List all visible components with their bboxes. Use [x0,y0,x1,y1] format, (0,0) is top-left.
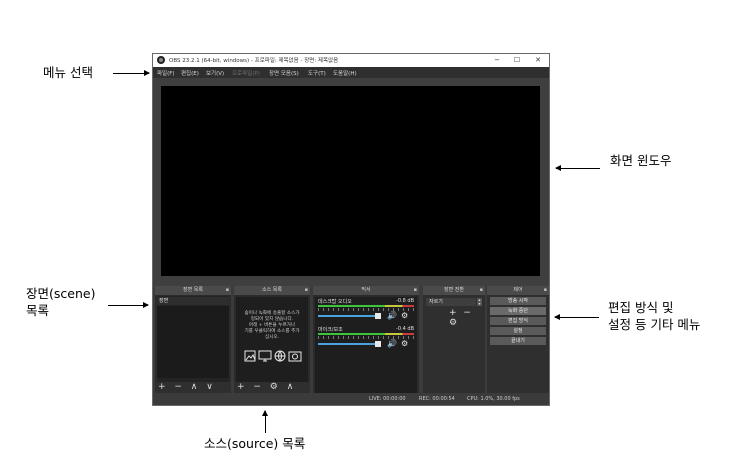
menu-profile[interactable]: 프로파일(P) [232,69,260,77]
sources-empty-message: 숨이나 녹화에 송출할 소스가 정되어 있지 않습니다. 아래 + 버튼을 누르… [236,311,308,341]
transitions-toolbar[interactable]: + − ⚙ [449,308,485,328]
scenes-toolbar[interactable]: + − ∧ ∨ [155,382,231,393]
stop-recording-button[interactable]: 녹화 중단 [490,307,546,315]
status-rec: REC: 00:00:54 [419,396,455,402]
close-button[interactable]: ✕ [530,55,546,66]
arrow-settings [554,314,599,320]
studio-mode-button[interactable]: 편집 방식 [490,317,546,325]
sources-dock-title: 소스 목록 [234,286,310,295]
menu-tools[interactable]: 도구(T) [308,69,326,77]
obs-window: OBS 23.2.1 (64-bit, windows) - 프로파일: 제목없… [152,53,550,406]
volume-meter [318,333,414,335]
settings-button[interactable]: 설정 [490,327,546,335]
image-icon [244,350,256,362]
meter-ticks [318,308,414,311]
arrow-source [262,410,268,433]
menu-bar: 파일(F) 편집(E) 보기(V) 프로파일(P) 장면 모음(S) 도구(T)… [153,67,549,78]
menu-help[interactable]: 도움말(H) [333,69,357,77]
annotation-window: 화면 윈도우 [610,153,672,168]
dock-float-icon[interactable]: ▪ [305,286,308,295]
display-icon [258,350,272,362]
transition-spinner[interactable]: ▴ ▾ [477,298,482,306]
gear-icon[interactable]: ⚙ [401,311,408,320]
controls-dock: 제어 ▪ 방송 시작 녹화 중단 편집 방식 설정 끝내기 [487,286,549,393]
volume-slider-handle[interactable] [375,341,381,347]
mixer-channel-name: 데스크탑 오디오 [318,299,352,305]
source-list[interactable]: 숨이나 녹화에 송출할 소스가 정되어 있지 않습니다. 아래 + 버튼을 누르… [236,297,308,393]
gear-icon[interactable]: ⚙ [401,339,408,348]
start-streaming-button[interactable]: 방송 시작 [490,297,546,305]
dock-float-icon[interactable]: ▪ [544,286,547,295]
mixer-dock: 믹서 ▪ 데스크탑 오디오 -0.8 dB 🔊 ⚙ 마이크/보조 -0.4 dB… [313,286,419,393]
status-cpu: CPU: 1.0%, 30.00 fps [467,396,520,402]
dock-float-icon[interactable]: ▪ [414,286,417,295]
transitions-dock-title: 장면 전환 [423,286,485,295]
maximize-button[interactable]: ☐ [509,55,525,66]
dock-float-icon[interactable]: ▪ [226,286,229,295]
menu-file[interactable]: 파일(F) [157,69,175,77]
title-bar: OBS 23.2.1 (64-bit, windows) - 프로파일: 제목없… [153,54,549,68]
transitions-dock: 장면 전환 ▪ 자르기 ▴ ▾ + − ⚙ [423,286,485,393]
arrow-window [555,165,600,171]
arrow-scene [108,302,149,308]
mixer-channel-name: 마이크/보조 [318,327,343,333]
scene-item[interactable]: 장면 [157,297,229,305]
volume-slider-handle[interactable] [375,313,381,319]
annotation-settings-line1: 편집 방식 및 [608,300,674,315]
sources-toolbar[interactable]: + − ⚙ ∧ ∨ [234,382,310,403]
transition-select[interactable]: 자르기 [426,298,476,306]
scene-list[interactable]: 장면 [157,296,229,393]
menu-scene-collection[interactable]: 장면 모음(S) [269,69,299,77]
speaker-icon[interactable]: 🔊 [387,311,397,320]
minimize-button[interactable]: − [489,55,505,66]
mixer-channel-db: -0.8 dB [396,298,414,304]
annotation-settings-line2: 설정 등 기타 메뉴 [608,317,701,332]
dock-float-icon[interactable]: ▪ [480,286,483,295]
mixer-dock-title: 믹서 [313,286,419,295]
camera-icon [288,351,302,362]
volume-slider[interactable] [318,343,378,345]
globe-icon [274,350,286,362]
preview-area [153,78,549,286]
mixer-channel-db: -0.4 dB [396,326,414,332]
annotation-source: 소스(source) 목록 [204,436,306,451]
controls-dock-title: 제어 [487,286,549,295]
empty-line: 십시오. [264,335,280,340]
meter-ticks [318,336,414,339]
arrow-menu [113,70,150,76]
menu-edit[interactable]: 편집(E) [181,69,199,77]
source-type-icons [244,347,304,362]
preview-canvas[interactable] [161,86,540,276]
mixer-panel: 데스크탑 오디오 -0.8 dB 🔊 ⚙ 마이크/보조 -0.4 dB 🔊 ⚙ [315,297,417,393]
speaker-icon[interactable]: 🔊 [387,339,397,348]
obs-logo-icon [157,56,165,64]
status-bar: LIVE: 00:00:00 REC: 00:00:54 CPU: 1.0%, … [153,393,549,405]
exit-button[interactable]: 끝내기 [490,337,546,345]
scene-list-empty [157,306,229,378]
annotation-scene-line1: 장면(scene) [26,286,96,301]
annotation-menu: 메뉴 선택 [43,65,93,80]
window-title: OBS 23.2.1 (64-bit, windows) - 프로파일: 제목없… [169,58,339,64]
sources-dock: 소스 목록 ▪ 숨이나 녹화에 송출할 소스가 정되어 있지 않습니다. 아래 … [234,286,310,403]
volume-meter [318,305,414,307]
scenes-dock: 장면 목록 ▪ 장면 + − ∧ ∨ [155,286,231,393]
menu-view[interactable]: 보기(V) [206,69,224,77]
scenes-dock-title: 장면 목록 [155,286,231,295]
status-live: LIVE: 00:00:00 [369,396,406,402]
annotation-scene-line2: 목록 [26,303,50,318]
volume-slider[interactable] [318,315,378,317]
